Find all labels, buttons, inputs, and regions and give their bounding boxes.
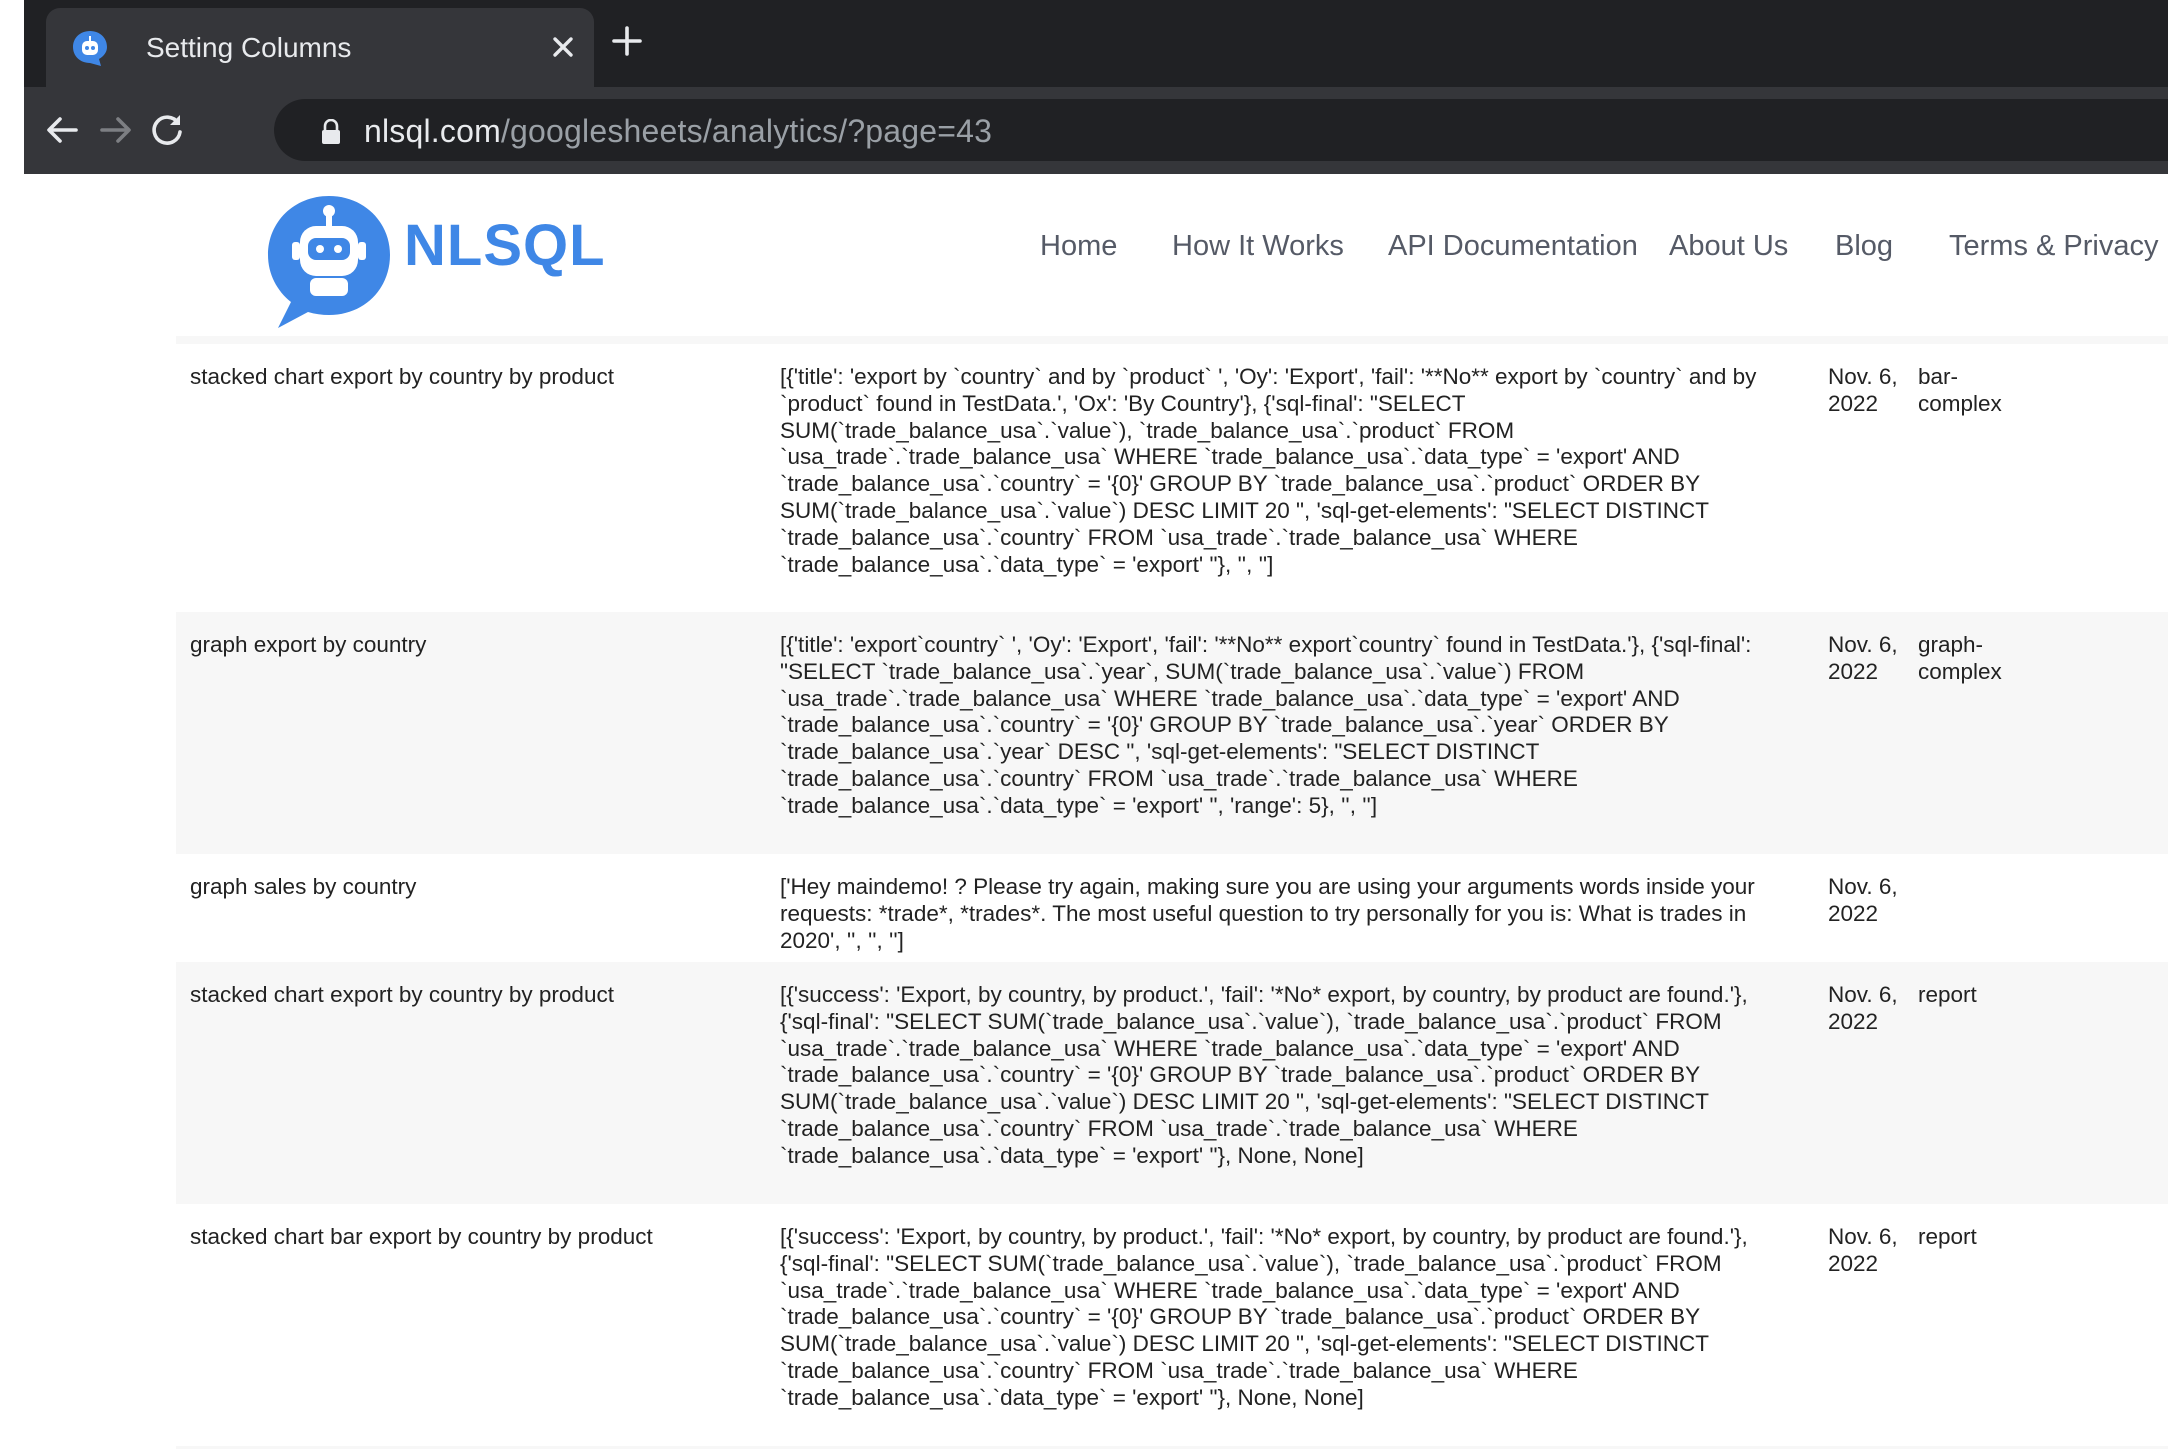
date-cell: Nov. 6, 2022: [1828, 874, 1898, 926]
address-bar[interactable]: nlsql.com/googlesheets/analytics/?page=4…: [274, 99, 2168, 161]
new-tab-plus-icon[interactable]: [610, 24, 644, 58]
nlsql-favicon-icon: [73, 31, 107, 66]
reload-icon[interactable]: [144, 107, 190, 153]
nlsql-logo-icon[interactable]: [264, 192, 394, 332]
browser-window: Setting Columns nlsql.com/googlesheets/a…: [24, 0, 2168, 1449]
question-cell: stacked chart export by country by produ…: [190, 982, 614, 1007]
nav-terms-privacy[interactable]: Terms & Privacy: [1949, 230, 2158, 263]
date-cell: Nov. 6, 2022: [1828, 982, 1898, 1034]
nav-api-documentation[interactable]: API Documentation: [1388, 230, 1638, 263]
tab-setting-columns[interactable]: Setting Columns: [46, 8, 594, 87]
url-host: nlsql.com: [364, 113, 501, 149]
table-top-edge: [176, 336, 2168, 344]
tab-title: Setting Columns: [146, 32, 352, 63]
nav-home[interactable]: Home: [1040, 230, 1117, 263]
window-edge: [0, 0, 24, 1449]
date-cell: Nov. 6, 2022: [1828, 1224, 1898, 1276]
forward-arrow-icon[interactable]: [92, 107, 138, 153]
nav-about-us[interactable]: About Us: [1669, 230, 1788, 263]
question-cell: stacked chart export by country by produ…: [190, 364, 614, 389]
toolbar: nlsql.com/googlesheets/analytics/?page=4…: [24, 87, 2168, 174]
date-cell: Nov. 6, 2022: [1828, 364, 1898, 416]
response-cell: [{'title': 'export by `country` and by `…: [780, 364, 1757, 577]
type-cell: report: [1918, 982, 1977, 1007]
url-path: /googlesheets/analytics/?page=43: [500, 113, 993, 149]
table-row: stacked chart export by country by produ…: [176, 344, 2168, 612]
date-cell: Nov. 6, 2022: [1828, 632, 1898, 684]
response-cell: [{'success': 'Export, by country, by pro…: [780, 1224, 1748, 1410]
response-cell: [{'title': 'export`country` ', 'Oy': 'Ex…: [780, 632, 1752, 818]
type-cell: graph-complex: [1918, 632, 2002, 684]
response-cell: [{'success': 'Export, by country, by pro…: [780, 982, 1748, 1168]
close-tab-icon[interactable]: [546, 30, 580, 64]
url-text[interactable]: nlsql.com/googlesheets/analytics/?page=4…: [364, 113, 992, 150]
lock-icon[interactable]: [320, 119, 342, 145]
table-row: graph sales by country ['Hey maindemo! ?…: [176, 854, 2168, 962]
question-cell: stacked chart bar export by country by p…: [190, 1224, 653, 1249]
table-row: stacked chart bar export by country by p…: [176, 1204, 2168, 1446]
nav-how-it-works[interactable]: How It Works: [1172, 230, 1344, 263]
nav-blog[interactable]: Blog: [1835, 230, 1893, 263]
type-cell: bar-complex: [1918, 364, 2002, 416]
type-cell: report: [1918, 1224, 1977, 1249]
question-cell: graph export by country: [190, 632, 427, 657]
response-cell: ['Hey maindemo! ? Please try again, maki…: [780, 874, 1755, 953]
web-page: NLSQL Home How It Works API Documentatio…: [24, 174, 2168, 1449]
logo-text[interactable]: NLSQL: [404, 212, 606, 279]
back-arrow-icon[interactable]: [40, 107, 86, 153]
question-cell: graph sales by country: [190, 874, 417, 899]
table-row: stacked chart export by country by produ…: [176, 962, 2168, 1204]
table-row: graph export by country [{'title': 'expo…: [176, 612, 2168, 854]
tab-bar: Setting Columns: [24, 0, 2168, 87]
